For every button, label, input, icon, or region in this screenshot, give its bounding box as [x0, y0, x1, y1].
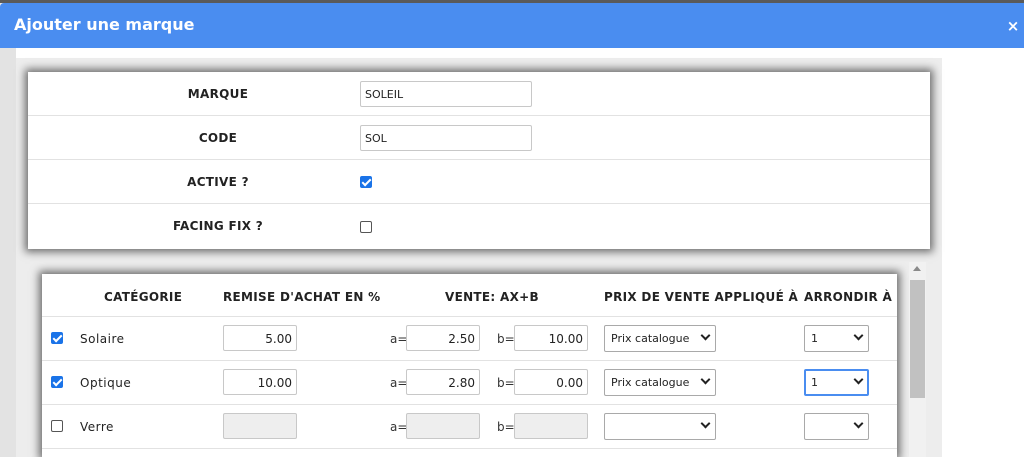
header-categorie: CATÉGORIE	[104, 290, 183, 304]
optique-a-input[interactable]: 2.80	[406, 369, 480, 395]
verre-prix-select[interactable]	[604, 413, 716, 440]
divider	[42, 448, 897, 449]
verre-b-input[interactable]	[514, 413, 588, 439]
row-label-solaire: Solaire	[80, 332, 125, 346]
facing-checkbox[interactable]	[360, 221, 372, 233]
solaire-checkbox[interactable]	[51, 332, 63, 344]
chevron-down-icon	[853, 330, 864, 341]
optique-arrondir-select[interactable]: 1	[804, 369, 869, 396]
select-value: Prix catalogue	[611, 376, 690, 389]
marque-row: MARQUE SOLEIL	[28, 72, 930, 116]
chevron-down-icon	[853, 418, 864, 429]
divider	[42, 404, 897, 405]
verre-a-input[interactable]	[406, 413, 480, 439]
solaire-arrondir-select[interactable]: 1	[804, 325, 869, 352]
prefix-b: b=	[497, 332, 515, 346]
select-value: 1	[811, 332, 818, 345]
solaire-a-input[interactable]: 2.50	[406, 325, 480, 351]
close-icon[interactable]: ×	[1006, 19, 1020, 34]
chevron-down-icon	[700, 418, 711, 429]
prefix-a: a=	[390, 420, 408, 434]
row-label-optique: Optique	[80, 376, 132, 390]
right-margin	[942, 48, 1024, 457]
header-prix: PRIX DE VENTE APPLIQUÉ À	[604, 290, 799, 304]
solaire-remise-input[interactable]: 5.00	[223, 325, 297, 351]
header-vente: VENTE: AX+B	[445, 290, 539, 304]
code-input[interactable]: SOL	[360, 125, 532, 151]
header-arrondir: ARRONDIR À	[804, 290, 893, 304]
divider	[42, 360, 897, 361]
row-label-verre: Verre	[80, 420, 114, 434]
solaire-prix-select[interactable]: Prix catalogue	[604, 325, 716, 352]
prefix-a: a=	[390, 332, 408, 346]
scroll-up-icon[interactable]	[913, 266, 921, 271]
marque-input[interactable]: SOLEIL	[360, 81, 532, 107]
active-row: ACTIVE ?	[28, 160, 930, 204]
dialog-header: Ajouter une marque ×	[0, 3, 1024, 48]
brand-form: MARQUE SOLEIL CODE SOL ACTIVE ? FACING F…	[28, 72, 930, 249]
active-checkbox[interactable]	[360, 176, 372, 188]
optique-remise-input[interactable]: 10.00	[223, 369, 297, 395]
verre-remise-input[interactable]	[223, 413, 297, 439]
dialog-title: Ajouter une marque	[14, 15, 195, 34]
chevron-down-icon	[700, 330, 711, 341]
prefix-b: b=	[497, 420, 515, 434]
category-table: CATÉGORIE REMISE D'ACHAT EN % VENTE: AX+…	[42, 274, 897, 457]
code-row: CODE SOL	[28, 116, 930, 160]
optique-prix-select[interactable]: Prix catalogue	[604, 369, 716, 396]
marque-label: MARQUE	[187, 87, 249, 101]
solaire-b-input[interactable]: 10.00	[514, 325, 588, 351]
prefix-b: b=	[497, 376, 515, 390]
facing-label: FACING FIX ?	[172, 219, 264, 233]
select-value: Prix catalogue	[611, 332, 690, 345]
scrollbar-thumb[interactable]	[910, 280, 925, 398]
active-label: ACTIVE ?	[187, 175, 249, 189]
chevron-down-icon	[700, 374, 711, 385]
optique-b-input[interactable]: 0.00	[514, 369, 588, 395]
left-gutter	[0, 48, 16, 457]
prefix-a: a=	[390, 376, 408, 390]
facing-row: FACING FIX ?	[28, 204, 930, 248]
header-remise: REMISE D'ACHAT EN %	[223, 290, 381, 304]
chevron-down-icon	[853, 374, 864, 385]
verre-arrondir-select[interactable]	[804, 413, 869, 440]
optique-checkbox[interactable]	[51, 376, 63, 388]
select-value: 1	[811, 376, 818, 389]
verre-checkbox[interactable]	[51, 420, 63, 432]
divider	[42, 316, 897, 317]
code-label: CODE	[198, 131, 238, 145]
